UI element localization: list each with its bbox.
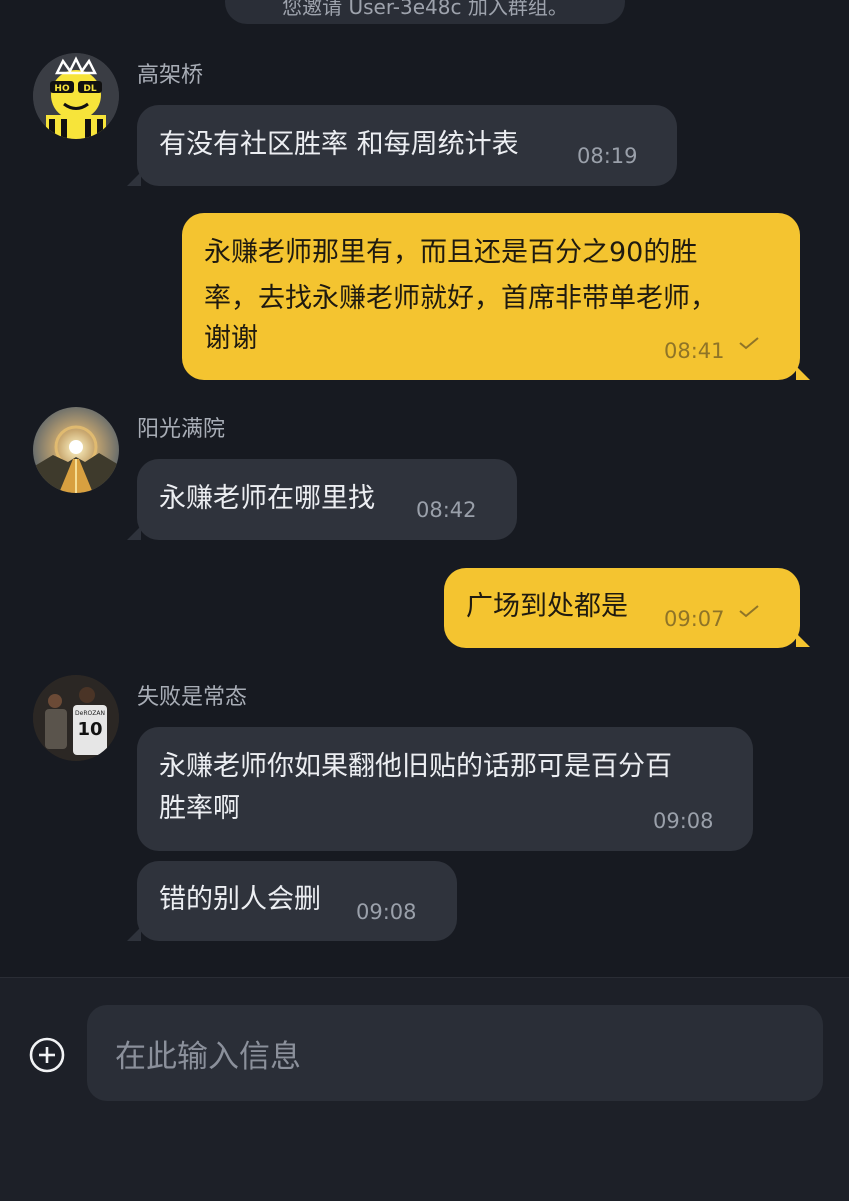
- system-notice-text: 您邀请 User-3e48c 加入群组。: [282, 0, 568, 19]
- sender-name: 高架桥: [137, 63, 204, 88]
- message-text-line: 永赚老师你如果翻他旧贴的话那可是百分百: [159, 751, 672, 782]
- message-text: 有没有社区胜率 和每周统计表: [159, 129, 519, 160]
- message-input-placeholder: 在此输入信息: [115, 1039, 301, 1075]
- bubble-tail: [796, 633, 810, 647]
- message-time: 08:41: [664, 339, 725, 363]
- basketball-players-icon: DeROZAN 10: [33, 675, 119, 761]
- sent-check-icon: [739, 337, 759, 350]
- message-text-line: 永赚老师那里有，而且还是百分之90的胜: [204, 237, 698, 268]
- message-time: 09:07: [664, 607, 725, 631]
- sender-name: 阳光满院: [137, 417, 226, 442]
- smiley-hodl-icon: HO DL: [33, 53, 119, 139]
- sent-check-icon: [739, 605, 759, 618]
- message-bubble-outgoing[interactable]: 永赚老师那里有，而且还是百分之90的胜 率，去找永赚老师就好，首席非带单老师， …: [182, 213, 800, 380]
- add-attachment-button[interactable]: [28, 1036, 66, 1074]
- message-bubble-outgoing[interactable]: 广场到处都是 09:07: [444, 568, 800, 648]
- message-text: 广场到处都是: [466, 591, 628, 622]
- message-text: 永赚老师在哪里找: [159, 483, 375, 514]
- jersey-name: DeROZAN: [75, 710, 105, 717]
- message-input[interactable]: 在此输入信息: [87, 1005, 823, 1101]
- sunrise-road-icon: [33, 407, 119, 493]
- sender-name: 失败是常态: [137, 685, 248, 710]
- avatar-shibaishichangtai[interactable]: DeROZAN 10: [33, 675, 119, 761]
- message-time: 09:08: [356, 900, 417, 924]
- bubble-tail: [796, 366, 810, 380]
- message-time: 08:42: [416, 498, 477, 522]
- message-text-line: 率，去找永赚老师就好，首席非带单老师，: [204, 283, 717, 314]
- avatar-yangguangmanyuan[interactable]: [33, 407, 119, 493]
- message-text-line: 胜率啊: [159, 793, 240, 824]
- hodl-badge-left: HO: [54, 84, 70, 94]
- message-time: 09:08: [653, 809, 714, 833]
- message-time: 08:19: [577, 144, 638, 168]
- message-bubble-incoming[interactable]: 有没有社区胜率 和每周统计表 08:19: [137, 105, 677, 186]
- message-bubble-incoming[interactable]: 永赚老师在哪里找 08:42: [137, 459, 517, 540]
- plus-circle-icon: [29, 1037, 65, 1073]
- message-text-line: 谢谢: [204, 323, 258, 354]
- message-bubble-incoming[interactable]: 错的别人会删 09:08: [137, 861, 457, 941]
- avatar-gaojiaqiao[interactable]: HO DL: [33, 53, 119, 139]
- jersey-number: 10: [77, 719, 102, 740]
- message-text: 错的别人会删: [159, 884, 321, 915]
- system-notice: 您邀请 User-3e48c 加入群组。: [225, 0, 625, 24]
- message-bubble-incoming[interactable]: 永赚老师你如果翻他旧贴的话那可是百分百 胜率啊 09:08: [137, 727, 753, 851]
- hodl-badge-right: DL: [83, 84, 96, 94]
